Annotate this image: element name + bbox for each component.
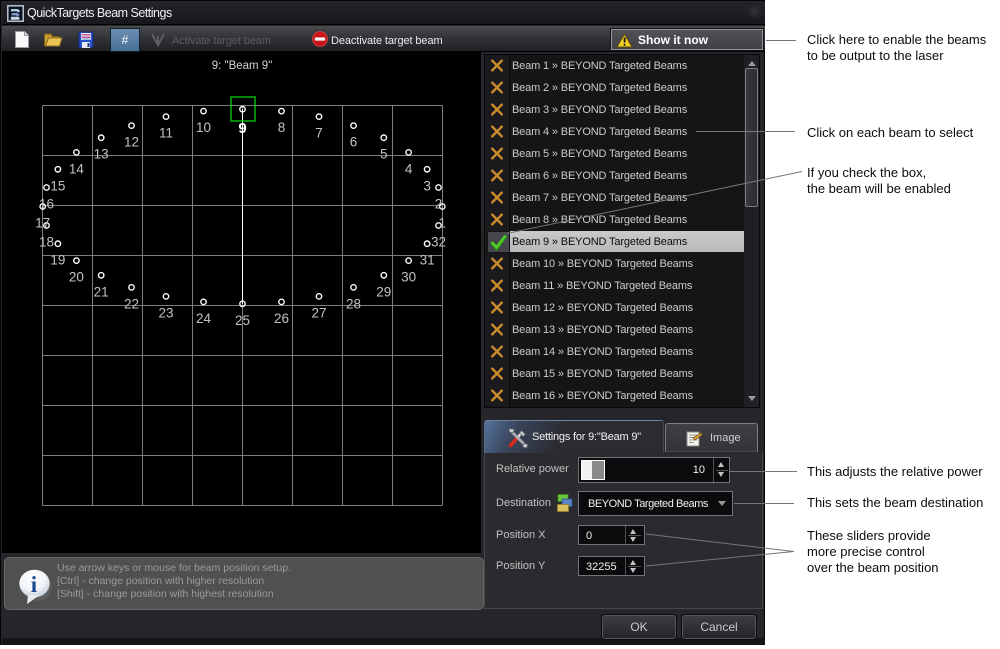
svg-text:24: 24 (196, 311, 212, 326)
svg-text:27: 27 (311, 305, 326, 320)
svg-text:12: 12 (124, 135, 139, 150)
svg-text:30: 30 (401, 270, 416, 285)
svg-text:14: 14 (69, 161, 85, 176)
svg-text:1: 1 (439, 216, 447, 231)
svg-text:5: 5 (380, 147, 388, 162)
svg-text:i: i (31, 572, 38, 597)
svg-text:8: 8 (278, 120, 286, 135)
svg-text:29: 29 (376, 284, 391, 299)
svg-text:31: 31 (420, 253, 435, 268)
svg-text:25: 25 (235, 313, 250, 328)
svg-text:32: 32 (431, 235, 446, 250)
svg-text:13: 13 (94, 147, 109, 162)
svg-text:9: "Beam 9": 9: "Beam 9" (212, 60, 273, 72)
svg-text:16: 16 (39, 197, 54, 212)
svg-text:22: 22 (124, 296, 139, 311)
svg-text:18: 18 (39, 235, 54, 250)
svg-text:26: 26 (274, 311, 289, 326)
svg-text:7: 7 (315, 126, 323, 141)
svg-text:15: 15 (50, 178, 65, 193)
svg-text:10: 10 (196, 120, 211, 135)
svg-text:21: 21 (94, 284, 109, 299)
svg-text:20: 20 (69, 270, 84, 285)
svg-text:6: 6 (350, 135, 358, 150)
svg-text:9: 9 (238, 120, 246, 137)
svg-text:28: 28 (346, 296, 361, 311)
svg-text:11: 11 (159, 126, 173, 141)
svg-text:19: 19 (50, 253, 65, 268)
svg-text:2: 2 (435, 197, 443, 212)
svg-text:23: 23 (158, 305, 173, 320)
svg-text:17: 17 (35, 216, 50, 231)
svg-text:3: 3 (423, 178, 431, 193)
svg-text:4: 4 (405, 161, 413, 176)
